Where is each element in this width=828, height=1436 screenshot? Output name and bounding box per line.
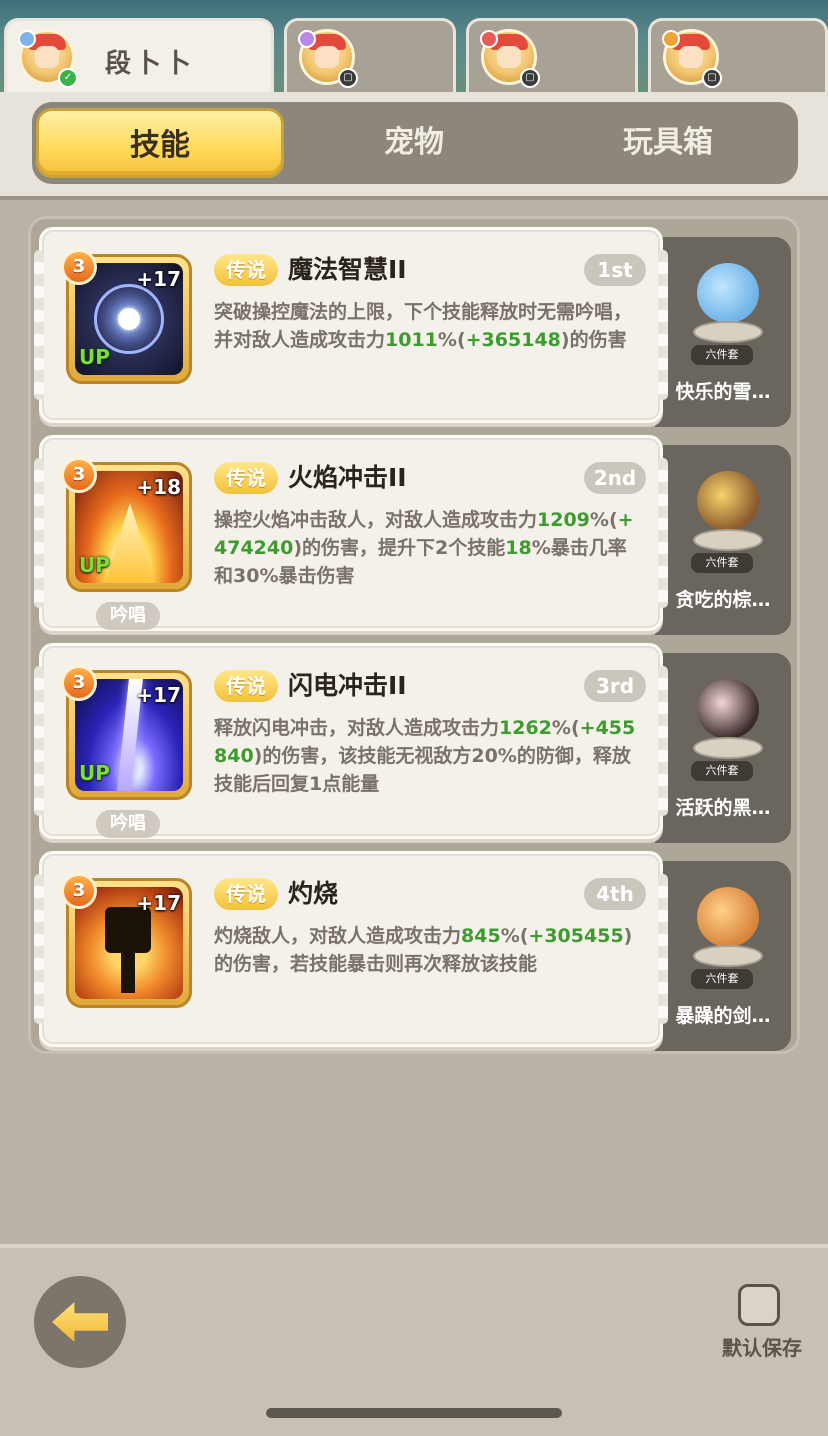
- skill-icon[interactable]: 3 +17: [61, 873, 192, 1008]
- character-tab-3[interactable]: ▢: [466, 18, 638, 94]
- tab-skills[interactable]: 技能: [36, 108, 284, 178]
- skill-order: 1st: [584, 254, 646, 286]
- upgrade-tag: UP: [79, 345, 110, 369]
- skill-level-badge: 3: [61, 873, 97, 909]
- set-tag: 六件套: [691, 761, 753, 781]
- skill-description: 释放闪电冲击，对敌人造成攻击力1262%(+455840)的伤害，该技能无视敌方…: [214, 717, 636, 795]
- skill-row[interactable]: 六件套 暴躁的剑… 3 +17 传说 灼烧 4th 灼烧敌人，对敌人造成攻击力8…: [34, 851, 791, 1051]
- upgrade-tag: UP: [79, 761, 110, 785]
- chant-tag: 吟唱: [96, 602, 160, 630]
- rarity-badge: 传说: [214, 462, 278, 494]
- character-avatar: ▢: [480, 29, 540, 88]
- skill-card[interactable]: 3 +17 UP 吟唱 传说 闪电冲击II 3rd 释放闪电冲击，对敌人造成攻击…: [34, 643, 668, 839]
- skill-card[interactable]: 3 +18 UP 吟唱 传说 火焰冲击II 2nd 操控火焰冲击敌人，对敌人造成…: [34, 435, 668, 631]
- selected-check-icon: ✓: [58, 68, 78, 88]
- chat-icon: ▢: [338, 68, 358, 88]
- pet-figure: [689, 459, 765, 559]
- chat-icon: ▢: [702, 68, 722, 88]
- pet-name: 暴躁的剑…: [675, 1005, 771, 1027]
- pet-slot[interactable]: 六件套 活跃的黑…: [655, 653, 791, 843]
- category-tabs-panel: 技能 宠物 玩具箱: [0, 92, 828, 200]
- character-avatar: ▢: [298, 29, 358, 88]
- pet-slot[interactable]: 六件套 暴躁的剑…: [655, 861, 791, 1051]
- pet-figure: [689, 667, 765, 767]
- skill-description: 操控火焰冲击敌人，对敌人造成攻击力1209%(+474240)的伤害，提升下2个…: [214, 509, 634, 587]
- skill-icon[interactable]: 3 +17 UP: [61, 249, 192, 384]
- character-name: 段卜卜: [105, 49, 196, 79]
- skill-name: 闪电冲击II: [288, 671, 407, 700]
- skill-card[interactable]: 3 +17 UP 传说 魔法智慧II 1st 突破操控魔法的上限，下个技能释放时…: [34, 227, 668, 423]
- character-tabs: ✓ 段卜卜 ▢ ▢ ▢: [0, 18, 828, 100]
- skill-name: 火焰冲击II: [288, 463, 407, 492]
- tab-toybox[interactable]: 玩具箱: [544, 108, 792, 178]
- character-avatar: ✓: [18, 29, 78, 88]
- skill-order: 2nd: [584, 462, 646, 494]
- skill-level-badge: 3: [61, 249, 97, 285]
- skill-description: 突破操控魔法的上限，下个技能释放时无需吟唱，并对敌人造成攻击力1011%(+36…: [214, 301, 633, 351]
- skill-plus-level: +17: [136, 891, 181, 915]
- chat-icon: ▢: [520, 68, 540, 88]
- rarity-badge: 传说: [214, 878, 278, 910]
- default-save-checkbox[interactable]: [738, 1284, 780, 1326]
- skill-icon[interactable]: 3 +17 UP: [61, 665, 192, 800]
- skill-level-badge: 3: [61, 665, 97, 701]
- skill-plus-level: +17: [136, 683, 181, 707]
- chant-tag: 吟唱: [96, 810, 160, 838]
- upgrade-tag: UP: [79, 553, 110, 577]
- pet-figure: [689, 875, 765, 975]
- skill-row[interactable]: 六件套 贪吃的棕… 3 +18 UP 吟唱 传说 火焰冲击II 2nd 操控火焰…: [34, 435, 791, 635]
- default-save-label: 默认保存: [722, 1336, 802, 1360]
- skill-row[interactable]: 六件套 活跃的黑… 3 +17 UP 吟唱 传说 闪电冲击II 3rd 释放闪电…: [34, 643, 791, 843]
- rarity-badge: 传说: [214, 670, 278, 702]
- character-tab-4[interactable]: ▢: [648, 18, 828, 94]
- home-indicator[interactable]: [266, 1408, 562, 1418]
- skill-plus-level: +18: [136, 475, 181, 499]
- pet-slot[interactable]: 六件套 快乐的雪…: [655, 237, 791, 427]
- pet-figure: [689, 251, 765, 351]
- back-arrow-icon: [52, 1302, 108, 1342]
- skill-name: 魔法智慧II: [288, 255, 407, 284]
- pet-name: 活跃的黑…: [675, 797, 771, 819]
- skill-icon[interactable]: 3 +18 UP: [61, 457, 192, 592]
- character-tab-1[interactable]: ✓ 段卜卜: [4, 18, 274, 100]
- skill-row[interactable]: 六件套 快乐的雪… 3 +17 UP 传说 魔法智慧II 1st 突破操控魔法的…: [34, 227, 791, 427]
- set-tag: 六件套: [691, 345, 753, 365]
- set-tag: 六件套: [691, 969, 753, 989]
- skill-level-badge: 3: [61, 457, 97, 493]
- tab-pets[interactable]: 宠物: [290, 108, 538, 178]
- skill-description: 灼烧敌人，对敌人造成攻击力845%(+305455)的伤害，若技能暴击则再次释放…: [214, 925, 633, 975]
- rarity-badge: 传说: [214, 254, 278, 286]
- skill-name: 灼烧: [288, 879, 339, 908]
- skill-order: 4th: [584, 878, 646, 910]
- category-tabs: 技能 宠物 玩具箱: [32, 102, 798, 184]
- pet-slot[interactable]: 六件套 贪吃的棕…: [655, 445, 791, 635]
- character-avatar: ▢: [662, 29, 722, 88]
- pet-name: 快乐的雪…: [675, 381, 771, 403]
- skill-list: 六件套 快乐的雪… 3 +17 UP 传说 魔法智慧II 1st 突破操控魔法的…: [28, 216, 800, 1054]
- character-tab-2[interactable]: ▢: [284, 18, 456, 94]
- skill-plus-level: +17: [136, 267, 181, 291]
- skill-card[interactable]: 3 +17 传说 灼烧 4th 灼烧敌人，对敌人造成攻击力845%(+30545…: [34, 851, 668, 1047]
- set-tag: 六件套: [691, 553, 753, 573]
- back-button[interactable]: [34, 1276, 126, 1368]
- skill-order: 3rd: [584, 670, 646, 702]
- pet-name: 贪吃的棕…: [675, 589, 771, 611]
